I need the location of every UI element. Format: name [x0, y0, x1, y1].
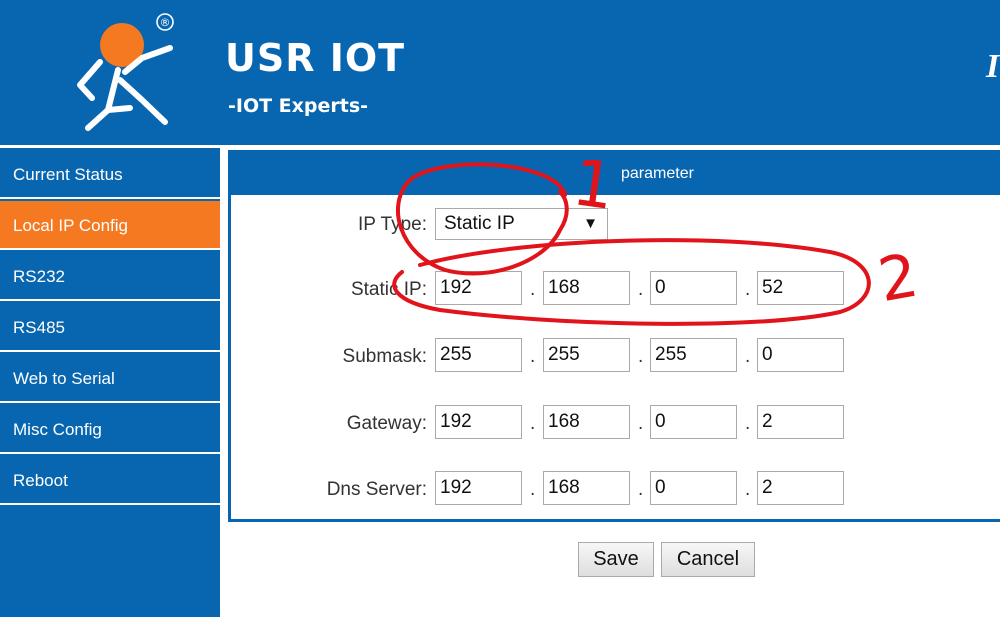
static-ip-label: Static IP:	[350, 279, 427, 300]
octet-separator: .	[745, 413, 751, 434]
static-ip-octet-2[interactable]: 168	[543, 271, 630, 305]
submask-octet-1[interactable]: 255	[435, 338, 522, 372]
submask-octet-4[interactable]: 0	[757, 338, 844, 372]
cancel-button[interactable]: Cancel	[661, 542, 755, 577]
brand-subtitle: -IOT Experts-	[228, 95, 369, 117]
save-button[interactable]: Save	[578, 542, 654, 577]
submask-label: Submask:	[342, 346, 427, 367]
parameter-panel: parameter	[228, 150, 1000, 522]
gateway-octet-2[interactable]: 168	[543, 405, 630, 439]
octet-separator: .	[745, 346, 751, 367]
usr-logo-icon: ®	[77, 13, 174, 131]
sidebar-item-reboot[interactable]: Reboot	[0, 456, 220, 505]
octet-separator: .	[745, 479, 751, 500]
octet-separator: .	[530, 479, 536, 500]
octet-separator: .	[638, 413, 644, 434]
brand-title: USR IOT	[225, 36, 406, 80]
gateway-octet-3[interactable]: 0	[650, 405, 737, 439]
dns-server-octet-2[interactable]: 168	[543, 471, 630, 505]
ip-type-label: IP Type:	[357, 214, 427, 235]
static-ip-octet-4[interactable]: 52	[757, 271, 844, 305]
dns-server-octet-4[interactable]: 2	[757, 471, 844, 505]
octet-separator: .	[530, 279, 536, 300]
dropdown-arrow-icon: ▼	[583, 215, 598, 232]
panel-header: parameter	[231, 153, 1000, 195]
sidebar-item-current-status[interactable]: Current Status	[0, 150, 220, 199]
static-ip-octet-1[interactable]: 192	[435, 271, 522, 305]
header-edge-text: I	[986, 48, 1000, 85]
page-header: ® USR IOT -IOT Experts- I	[0, 0, 1000, 145]
submask-octet-2[interactable]: 255	[543, 338, 630, 372]
octet-separator: .	[745, 279, 751, 300]
gateway-octet-1[interactable]: 192	[435, 405, 522, 439]
octet-separator: .	[530, 346, 536, 367]
static-ip-octet-3[interactable]: 0	[650, 271, 737, 305]
sidebar-item-misc-config[interactable]: Misc Config	[0, 405, 220, 454]
octet-separator: .	[638, 479, 644, 500]
sidebar: Current Status Local IP Config RS232 RS4…	[0, 148, 220, 617]
submask-octet-3[interactable]: 255	[650, 338, 737, 372]
dns-server-octet-1[interactable]: 192	[435, 471, 522, 505]
ip-type-select[interactable]: Static IP ▼	[435, 208, 608, 240]
registered-mark: ®	[160, 16, 171, 29]
octet-separator: .	[638, 279, 644, 300]
octet-separator: .	[530, 413, 536, 434]
sidebar-item-rs232[interactable]: RS232	[0, 252, 220, 301]
dns-server-label: Dns Server:	[326, 479, 427, 500]
sidebar-item-local-ip-config[interactable]: Local IP Config	[0, 201, 220, 250]
ip-type-value: Static IP	[444, 213, 515, 234]
sidebar-item-rs485[interactable]: RS485	[0, 303, 220, 352]
dns-server-octet-3[interactable]: 0	[650, 471, 737, 505]
octet-separator: .	[638, 346, 644, 367]
panel-title: parameter	[621, 165, 694, 182]
sidebar-item-web-to-serial[interactable]: Web to Serial	[0, 354, 220, 403]
gateway-octet-4[interactable]: 2	[757, 405, 844, 439]
gateway-label: Gateway:	[346, 413, 427, 434]
